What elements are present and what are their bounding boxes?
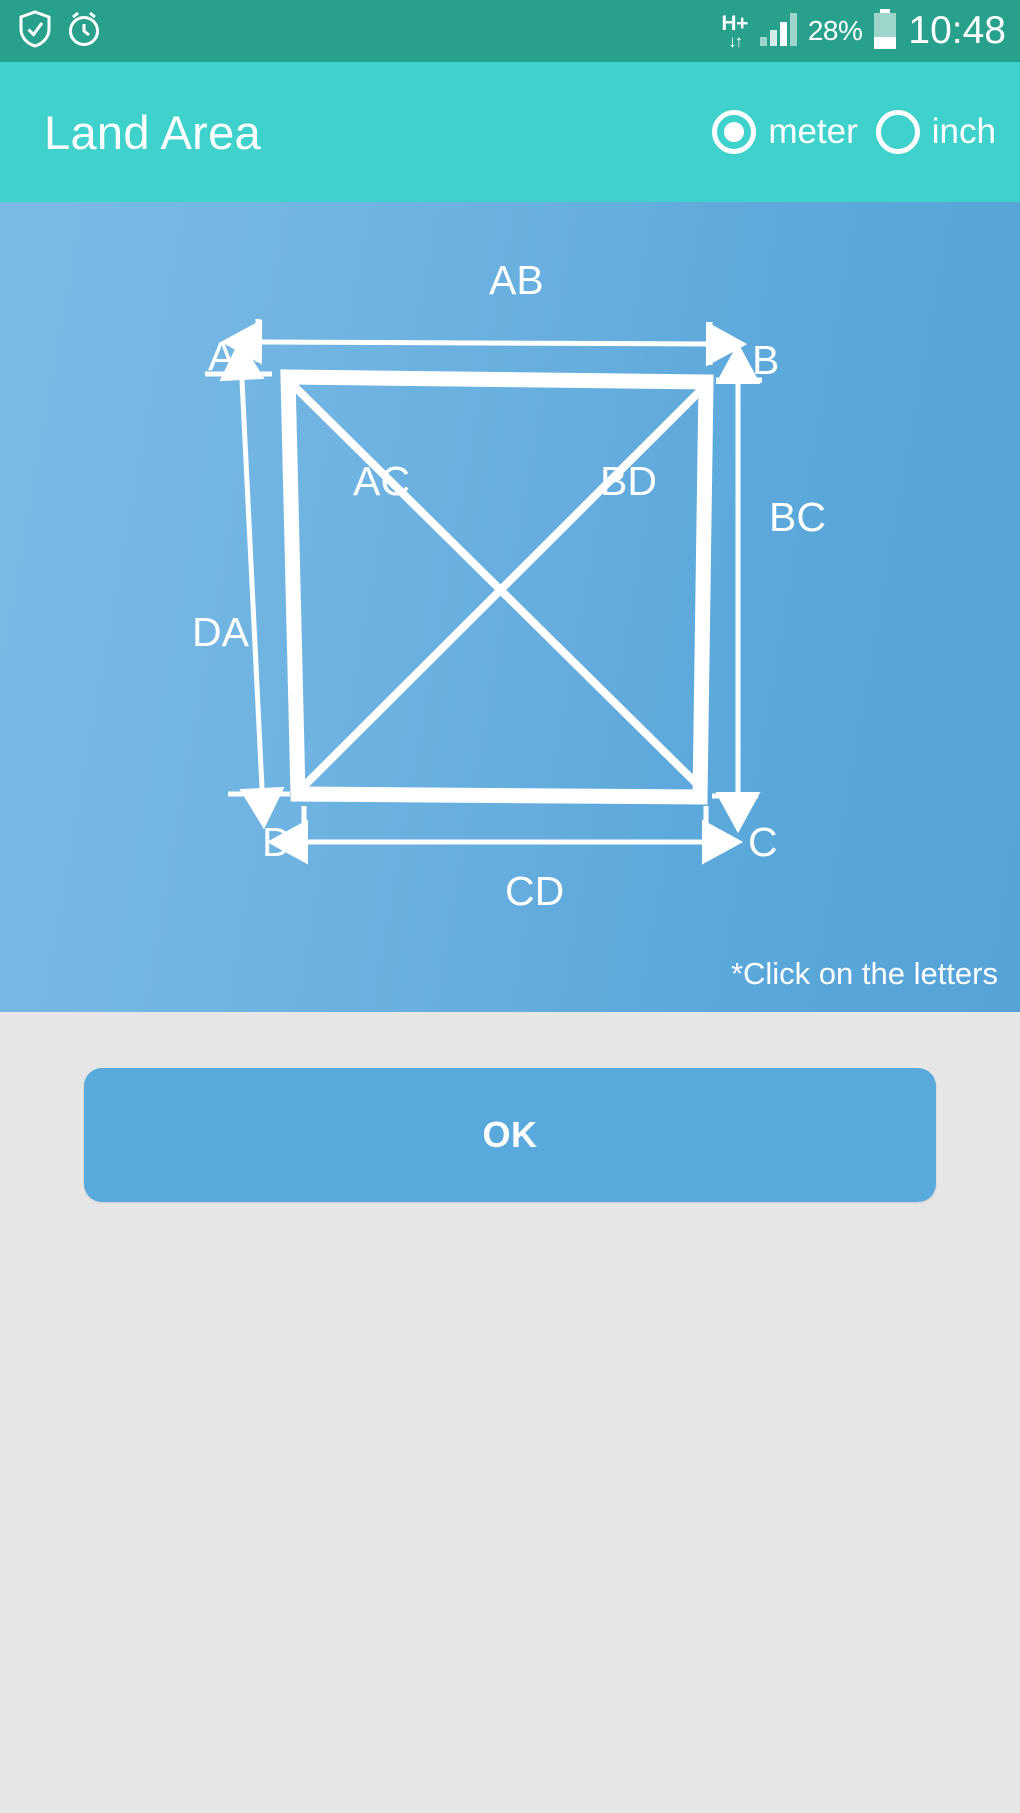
clock-label: 10:48: [908, 9, 1006, 52]
dimension-label-cd[interactable]: CD: [505, 871, 564, 912]
data-transfer-arrows-icon: ↓↑: [728, 31, 743, 51]
da-dimension-arrow: [219, 338, 285, 830]
network-type-label: H+: [721, 11, 748, 35]
unit-label-meter: meter: [768, 112, 858, 151]
diagonal-label-ac[interactable]: AC: [353, 461, 410, 502]
vertex-label-a[interactable]: A: [208, 336, 235, 377]
network-type-icon: H+ ↓↑: [721, 11, 748, 51]
ok-button[interactable]: OK: [84, 1068, 936, 1202]
status-bar-right-icons: H+ ↓↑ 28% 10:48: [721, 8, 1006, 55]
diagram-panel: A B C D AB BC CD DA AC BD *Click on the …: [0, 202, 1020, 1012]
alarm-clock-icon: [66, 10, 102, 53]
ab-dimension-arrow: [220, 319, 748, 367]
vertex-label-c[interactable]: C: [748, 822, 778, 863]
signal-bars-icon: [758, 10, 798, 53]
status-bar: H+ ↓↑ 28% 10:48: [0, 0, 1020, 62]
battery-icon: [872, 8, 898, 55]
status-bar-left-icons: [18, 9, 102, 53]
shield-check-icon: [18, 9, 52, 53]
click-letters-hint: *Click on the letters: [730, 956, 998, 991]
radio-meter-icon[interactable]: [712, 110, 757, 154]
page-title: Land Area: [44, 105, 261, 159]
vertex-label-d[interactable]: D: [262, 822, 292, 863]
app-bar: Land Area meter inch: [0, 62, 1020, 202]
dimension-label-ab[interactable]: AB: [489, 260, 544, 301]
radio-inch-icon[interactable]: [875, 110, 920, 154]
vertex-label-b[interactable]: B: [752, 340, 779, 381]
dimension-label-da[interactable]: DA: [192, 612, 249, 653]
diagonal-label-bd[interactable]: BD: [600, 461, 657, 502]
unit-radio-group: meter inch: [712, 110, 996, 154]
unit-option-meter[interactable]: meter: [712, 110, 858, 154]
dimension-label-bc[interactable]: BC: [769, 497, 826, 538]
battery-percent-label: 28%: [807, 15, 863, 46]
unit-option-inch[interactable]: inch: [875, 110, 996, 154]
land-area-screen: H+ ↓↑ 28% 10:48 Land Area meter inch A B…: [0, 0, 1020, 1813]
unit-label-inch: inch: [931, 112, 996, 151]
